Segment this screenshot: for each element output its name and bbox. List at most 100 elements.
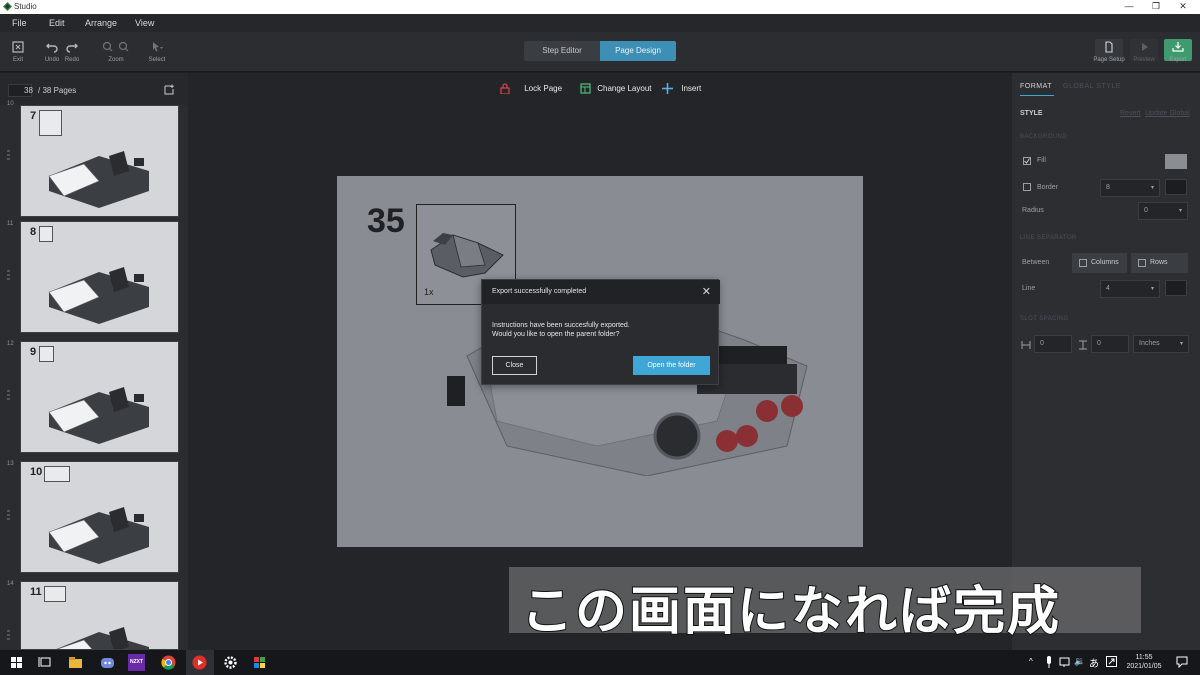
rows-toggle[interactable]: Rows bbox=[1131, 253, 1188, 273]
clock-time: 11:55 bbox=[1135, 654, 1153, 661]
dialog-message-line-2: Would you like to open the parent folder… bbox=[492, 331, 620, 338]
discord-icon[interactable] bbox=[99, 654, 116, 671]
select-label: Select bbox=[148, 57, 166, 63]
drag-handle-icon[interactable] bbox=[7, 270, 11, 284]
page-number-input[interactable]: 38 bbox=[24, 86, 33, 95]
notification-area-icon[interactable] bbox=[1106, 656, 1117, 667]
exit-button[interactable]: Exit bbox=[8, 32, 28, 72]
export-button[interactable]: Export bbox=[1164, 32, 1192, 72]
zoom-control[interactable]: Zoom bbox=[98, 32, 134, 72]
drag-handle-icon[interactable] bbox=[7, 510, 11, 524]
insert-button[interactable]: Insert bbox=[662, 83, 701, 94]
thumbnail-row[interactable]: 11 8 bbox=[0, 221, 188, 337]
drag-handle-icon[interactable] bbox=[7, 630, 11, 644]
revert-link[interactable]: Revert bbox=[1120, 110, 1141, 117]
page-thumbnail[interactable]: 10 bbox=[20, 461, 179, 573]
page-thumbnail[interactable]: 7 bbox=[20, 105, 179, 217]
menu-arrange[interactable]: Arrange bbox=[85, 18, 117, 28]
settings-gear-icon[interactable] bbox=[222, 654, 239, 671]
change-layout-button[interactable]: Change Layout bbox=[580, 83, 652, 94]
line-color-swatch[interactable] bbox=[1165, 280, 1187, 296]
minimize-button[interactable]: — bbox=[1114, 1, 1144, 11]
tab-step-editor[interactable]: Step Editor bbox=[524, 41, 600, 61]
menu-file[interactable]: File bbox=[12, 18, 27, 28]
layout-icon bbox=[580, 83, 591, 94]
fill-color-swatch[interactable] bbox=[1165, 154, 1187, 169]
close-button[interactable]: Close bbox=[492, 356, 537, 375]
background-section: BACKGROUND bbox=[1020, 134, 1068, 140]
exit-icon bbox=[12, 41, 24, 53]
lock-page-button[interactable]: Lock Page bbox=[500, 83, 562, 95]
page-setup-button[interactable]: Page Setup bbox=[1090, 32, 1128, 72]
thumbnail-row[interactable]: 14 11 bbox=[0, 581, 188, 650]
zoom-label: Zoom bbox=[108, 57, 124, 63]
chevron-down-icon: ▾ bbox=[1179, 341, 1183, 347]
studio-app-icon[interactable] bbox=[251, 654, 268, 671]
open-folder-button[interactable]: Open the folder bbox=[633, 356, 710, 375]
units-select[interactable]: Inches ▾ bbox=[1133, 335, 1189, 353]
nzxt-icon[interactable]: NZXT bbox=[128, 654, 145, 671]
studio-logo-icon bbox=[3, 2, 12, 11]
close-window-button[interactable]: ✕ bbox=[1168, 1, 1198, 12]
border-checkbox[interactable] bbox=[1023, 183, 1031, 191]
windows-start-icon[interactable] bbox=[8, 654, 25, 671]
ime-indicator[interactable]: あ bbox=[1089, 655, 1099, 670]
fill-label: Fill bbox=[1037, 157, 1046, 164]
thumbnail-row[interactable]: 13 10 bbox=[0, 461, 188, 577]
columns-toggle[interactable]: Columns bbox=[1072, 253, 1127, 273]
line-width-select[interactable]: 4 ▾ bbox=[1100, 280, 1160, 298]
system-clock[interactable]: 11:55 2021/01/05 bbox=[1122, 653, 1166, 671]
border-color-swatch[interactable] bbox=[1165, 179, 1187, 195]
horizontal-spacing-value: 0 bbox=[1040, 340, 1044, 347]
format-panel: FORMAT GLOBAL STYLE STYLE Revert Update … bbox=[1012, 73, 1200, 650]
drag-handle-icon[interactable] bbox=[7, 390, 11, 404]
dialog-message-line-1: Instructions have been succesfully expor… bbox=[492, 322, 630, 329]
page-setup-icon bbox=[1105, 41, 1113, 53]
chrome-icon[interactable] bbox=[160, 654, 177, 671]
youtube-icon[interactable] bbox=[191, 654, 208, 671]
page-setup-label: Page Setup bbox=[1093, 57, 1125, 63]
dialog-close-icon[interactable]: ✕ bbox=[702, 285, 711, 298]
thumbnail-index: 14 bbox=[7, 581, 14, 587]
page-thumbnail[interactable]: 11 bbox=[20, 581, 179, 650]
fill-checkbox[interactable] bbox=[1023, 157, 1031, 165]
preview-button[interactable]: Preview bbox=[1130, 32, 1158, 72]
volume-icon[interactable]: 🔉 bbox=[1074, 656, 1085, 667]
task-view-icon[interactable] bbox=[37, 654, 54, 671]
toolbar: Exit Undo Redo Zoom Select Step Editor P… bbox=[0, 32, 1200, 72]
menu-bar: File Edit Arrange View bbox=[0, 14, 1200, 32]
tab-global-style[interactable]: GLOBAL STYLE bbox=[1063, 83, 1121, 90]
network-icon[interactable] bbox=[1059, 656, 1071, 668]
maximize-button[interactable]: ❐ bbox=[1141, 1, 1171, 12]
microphone-icon[interactable] bbox=[1045, 656, 1053, 668]
menu-edit[interactable]: Edit bbox=[49, 18, 65, 28]
tab-page-design[interactable]: Page Design bbox=[600, 41, 676, 61]
menu-view[interactable]: View bbox=[135, 18, 154, 28]
radius-value: 0 bbox=[1144, 207, 1148, 214]
redo-button[interactable]: Redo bbox=[62, 32, 82, 72]
style-heading: STYLE bbox=[1020, 110, 1043, 117]
thumbnail-row[interactable]: 10 7 bbox=[0, 101, 188, 217]
tab-format[interactable]: FORMAT bbox=[1020, 83, 1052, 90]
undo-label: Undo bbox=[44, 57, 60, 63]
border-width-select[interactable]: 8 ▾ bbox=[1100, 179, 1160, 197]
undo-button[interactable]: Undo bbox=[42, 32, 62, 72]
thumbnail-row[interactable]: 12 9 bbox=[0, 341, 188, 457]
add-page-icon[interactable] bbox=[164, 84, 175, 95]
select-tool[interactable]: Select bbox=[146, 32, 168, 72]
dialog-message: Instructions have been succesfully expor… bbox=[492, 321, 630, 339]
thumbnail-step-number: 10 bbox=[30, 466, 43, 478]
file-explorer-icon[interactable] bbox=[67, 654, 84, 671]
horizontal-spacing-input[interactable]: 0 bbox=[1034, 335, 1072, 353]
vertical-spacing-input[interactable]: 0 bbox=[1091, 335, 1129, 353]
tray-expand-icon[interactable]: ^ bbox=[1029, 657, 1033, 666]
update-global-link[interactable]: Update Global bbox=[1145, 110, 1190, 117]
action-center-icon[interactable] bbox=[1176, 656, 1188, 668]
plus-icon bbox=[662, 83, 673, 94]
radius-select[interactable]: 0 ▾ bbox=[1138, 202, 1188, 220]
drag-handle-icon[interactable] bbox=[7, 150, 11, 164]
page-thumbnail[interactable]: 8 bbox=[20, 221, 179, 333]
part-quantity: 1x bbox=[424, 287, 434, 297]
horizontal-spacing-icon bbox=[1021, 341, 1031, 349]
page-thumbnail[interactable]: 9 bbox=[20, 341, 179, 453]
